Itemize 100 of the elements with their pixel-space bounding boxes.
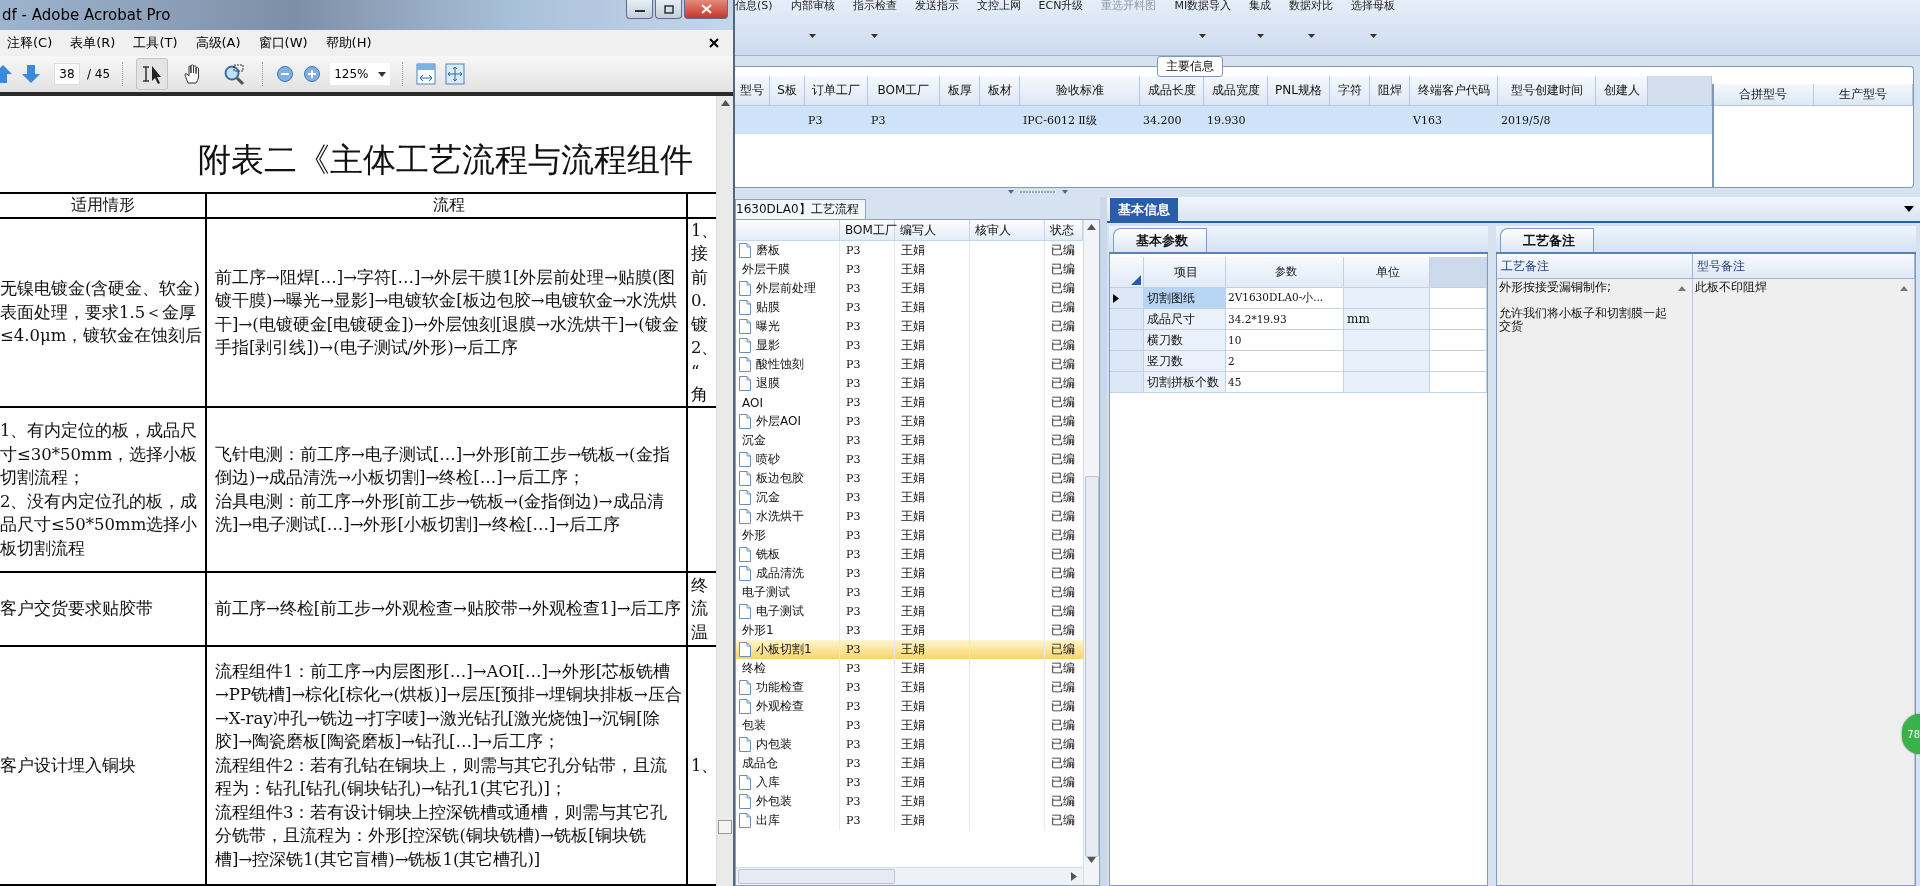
- caret-icon[interactable]: [1307, 34, 1315, 38]
- process-row[interactable]: 外层干膜 P3 王娟 已编: [736, 260, 1083, 279]
- column-header[interactable]: BOM工厂: [868, 76, 940, 106]
- scroll-right-icon[interactable]: [1071, 872, 1077, 881]
- column-header[interactable]: 字符: [1330, 76, 1370, 106]
- ribbon-button[interactable]: 指示检查: [852, 0, 897, 12]
- ribbon-button[interactable]: 信息(S): [735, 0, 773, 12]
- select-tool-button[interactable]: [136, 58, 169, 90]
- process-row[interactable]: 功能检查 P3 王娟 已编: [736, 678, 1083, 697]
- scroll-up-icon[interactable]: [1678, 286, 1686, 291]
- zoom-in-icon[interactable]: [303, 65, 322, 83]
- column-header[interactable]: 型号备注: [1693, 254, 1915, 279]
- scroll-up-icon[interactable]: [720, 100, 730, 106]
- process-row[interactable]: 铣板 P3 王娟 已编: [736, 545, 1083, 564]
- ribbon-button[interactable]: 集成: [1249, 0, 1272, 12]
- row-header[interactable]: [1110, 288, 1144, 309]
- column-header[interactable]: 型号: [735, 76, 770, 106]
- process-row[interactable]: 入库 P3 王娟 已编: [736, 773, 1083, 792]
- caret-icon[interactable]: [1199, 34, 1207, 38]
- table-cell[interactable]: 切割图纸: [1144, 288, 1226, 309]
- column-header[interactable]: [1110, 257, 1144, 288]
- table-cell[interactable]: 切割拼板个数: [1144, 372, 1226, 393]
- process-row[interactable]: 内包装 P3 王娟 已编: [736, 735, 1083, 754]
- column-header[interactable]: 工艺备注: [1497, 254, 1693, 279]
- scrollbar[interactable]: [1083, 220, 1099, 885]
- process-row[interactable]: 成品清洗 P3 王娟 已编: [736, 564, 1083, 583]
- process-row[interactable]: 小板切割1 P3 王娟 已编: [736, 640, 1083, 659]
- process-row[interactable]: 外形 P3 王娟 已编: [736, 526, 1083, 545]
- zoom-out-icon[interactable]: [276, 65, 295, 83]
- column-header[interactable]: 订单工厂: [805, 76, 868, 106]
- menu-item[interactable]: 窗口(W): [258, 34, 308, 52]
- column-header[interactable]: 验收标准: [1020, 76, 1140, 106]
- column-header[interactable]: 核审人: [970, 220, 1045, 240]
- up-arrow-icon[interactable]: [0, 64, 12, 84]
- table-cell[interactable]: 竖刀数: [1144, 351, 1226, 372]
- menu-item[interactable]: 表单(R): [70, 34, 116, 52]
- process-row[interactable]: 曝光 P3 王娟 已编: [736, 317, 1083, 336]
- maximize-button[interactable]: [655, 0, 682, 19]
- column-header[interactable]: 单位: [1344, 257, 1430, 288]
- process-row[interactable]: 电子测试 P3 王娟 已编: [736, 583, 1083, 602]
- column-header[interactable]: 阻焊: [1370, 76, 1410, 106]
- menu-item[interactable]: 工具(T): [133, 34, 178, 52]
- table-cell[interactable]: 成品尺寸: [1144, 309, 1226, 330]
- down-arrow-icon[interactable]: [21, 64, 41, 84]
- process-row[interactable]: 喷砂 P3 王娟 已编: [736, 450, 1083, 469]
- column-header[interactable]: S板: [770, 76, 805, 106]
- splitter-grip-icon[interactable]: [1007, 190, 1068, 195]
- column-header[interactable]: 创建人: [1596, 76, 1648, 106]
- ribbon-button[interactable]: MI数据导入: [1174, 0, 1232, 12]
- scroll-up-icon[interactable]: [1900, 286, 1908, 291]
- caret-icon[interactable]: [809, 34, 817, 38]
- fit-width-icon[interactable]: [416, 63, 437, 85]
- note-text[interactable]: 外形按接受漏铜制作; 允许我们将小板子和切割膜一起交货: [1499, 281, 1674, 333]
- process-row[interactable]: 沉金 P3 王娟 已编: [736, 431, 1083, 450]
- process-row[interactable]: 成品仓 P3 王娟 已编: [736, 754, 1083, 773]
- column-header[interactable]: PNL规格: [1268, 76, 1330, 106]
- tab[interactable]: 基本参数: [1113, 228, 1207, 252]
- column-header[interactable]: 型号创建时间: [1498, 76, 1596, 106]
- ribbon-button[interactable]: 发送指示: [914, 0, 959, 12]
- process-row[interactable]: 外观检查 P3 王娟 已编: [736, 697, 1083, 716]
- column-header[interactable]: 板厚: [940, 76, 980, 106]
- note-text[interactable]: 此板不印阻焊: [1695, 281, 1767, 294]
- caret-icon[interactable]: [1256, 34, 1264, 38]
- tab[interactable]: 基本信息: [1110, 198, 1178, 221]
- table-cell[interactable]: 横刀数: [1144, 330, 1226, 351]
- page-number-field[interactable]: 38: [54, 63, 80, 85]
- process-row[interactable]: 贴膜 P3 王娟 已编: [736, 298, 1083, 317]
- column-header[interactable]: BOM工厂: [840, 220, 895, 240]
- ribbon-button[interactable]: 数据对比: [1289, 0, 1334, 12]
- tab[interactable]: 1630DLA0】工艺流程: [735, 199, 866, 219]
- column-header[interactable]: 项目: [1144, 257, 1226, 288]
- process-row[interactable]: 外包装 P3 王娟 已编: [736, 792, 1083, 811]
- process-row[interactable]: 显影 P3 王娟 已编: [736, 336, 1083, 355]
- close-icon[interactable]: [709, 38, 719, 48]
- process-row[interactable]: 磨板 P3 王娟 已编: [736, 241, 1083, 260]
- process-row[interactable]: 电子测试 P3 王娟 已编: [736, 602, 1083, 621]
- caret-icon[interactable]: [871, 34, 879, 38]
- column-header[interactable]: 终端客户代码: [1410, 76, 1498, 106]
- ribbon-button[interactable]: 选择母板: [1351, 0, 1396, 12]
- caret-icon[interactable]: [1904, 206, 1914, 212]
- menu-item[interactable]: 注释(C): [7, 34, 53, 52]
- process-row[interactable]: 板边包胶 P3 王娟 已编: [736, 469, 1083, 488]
- process-row[interactable]: 外层AOI P3 王娟 已编: [736, 412, 1083, 431]
- menu-item[interactable]: 帮助(H): [325, 34, 372, 52]
- column-header[interactable]: 参数: [1226, 257, 1344, 288]
- scroll-thumb[interactable]: [718, 820, 732, 834]
- process-row[interactable]: 终检 P3 王娟 已编: [736, 659, 1083, 678]
- close-button[interactable]: [684, 0, 728, 19]
- process-row[interactable]: 沉金 P3 王娟 已编: [736, 488, 1083, 507]
- menu-item[interactable]: 高级(A): [195, 34, 241, 52]
- column-header[interactable]: 合拼型号: [1714, 84, 1814, 106]
- ribbon-button[interactable]: 文控上网: [976, 0, 1021, 12]
- process-row[interactable]: 外层前处理 P3 王娟 已编: [736, 279, 1083, 298]
- scroll-thumb[interactable]: [738, 869, 895, 884]
- process-row[interactable]: 退膜 P3 王娟 已编: [736, 374, 1083, 393]
- scroll-up-icon[interactable]: [1087, 224, 1096, 230]
- ribbon-button[interactable]: ECN升级: [1038, 0, 1084, 12]
- zoom-dropdown[interactable]: 125%: [330, 63, 391, 85]
- column-header[interactable]: 成品宽度: [1204, 76, 1268, 106]
- process-row[interactable]: 包装 P3 王娟 已编: [736, 716, 1083, 735]
